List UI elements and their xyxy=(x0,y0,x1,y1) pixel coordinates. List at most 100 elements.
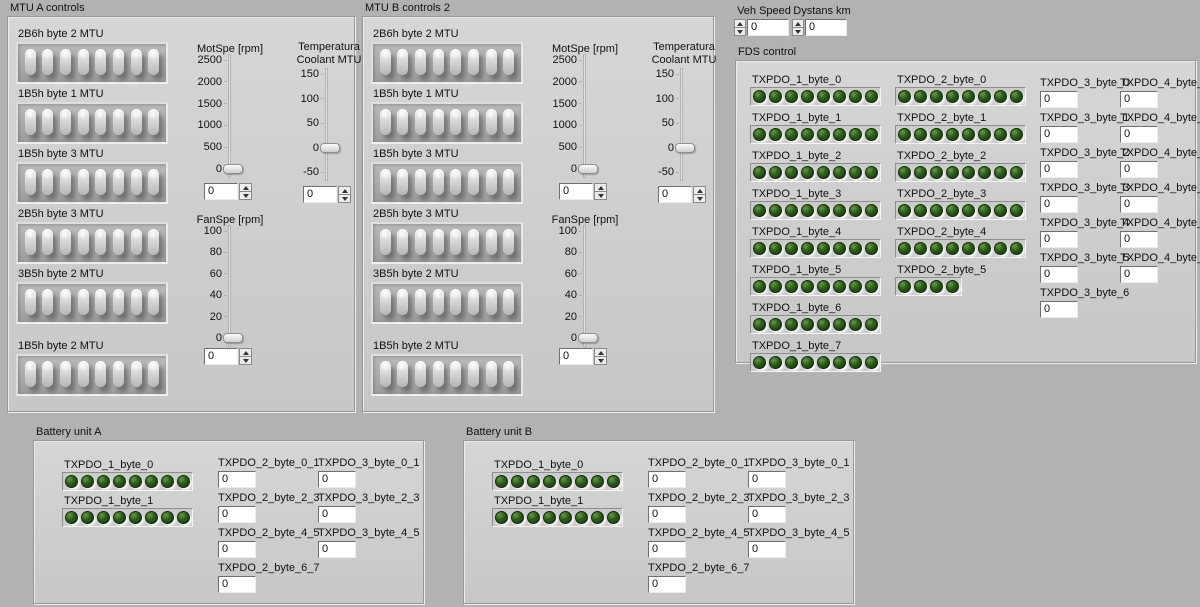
slider-knob[interactable] xyxy=(675,143,695,153)
toggle-switch[interactable] xyxy=(25,289,36,315)
toggle-switch[interactable] xyxy=(468,361,479,387)
toggle-switch[interactable] xyxy=(78,169,89,195)
toggle-switch[interactable] xyxy=(95,109,106,135)
toggle-switch[interactable] xyxy=(450,361,461,387)
toggle-switch[interactable] xyxy=(380,49,391,75)
toggle-switch[interactable] xyxy=(468,49,479,75)
numeric-input[interactable]: 0 xyxy=(1120,161,1158,178)
toggle-switch[interactable] xyxy=(468,169,479,195)
toggle-switch[interactable] xyxy=(148,109,159,135)
toggle-switch[interactable] xyxy=(433,229,444,255)
toggle-switch[interactable] xyxy=(95,49,106,75)
toggle-switch[interactable] xyxy=(415,229,426,255)
toggle-switch[interactable] xyxy=(503,289,514,315)
toggle-switch[interactable] xyxy=(113,361,124,387)
toggle-switch[interactable] xyxy=(433,169,444,195)
toggle-switch[interactable] xyxy=(42,169,53,195)
numeric-input[interactable]: 0 xyxy=(1040,266,1078,283)
numeric-input[interactable]: 0 xyxy=(747,19,789,36)
numeric-input[interactable]: 0 xyxy=(1040,196,1078,213)
toggle-switch[interactable] xyxy=(486,229,497,255)
slider-knob[interactable] xyxy=(578,164,598,174)
spinner-down-button[interactable] xyxy=(239,356,252,365)
toggle-switch[interactable] xyxy=(397,289,408,315)
toggle-switch[interactable] xyxy=(131,229,142,255)
toggle-switch[interactable] xyxy=(148,169,159,195)
toggle-switch[interactable] xyxy=(503,49,514,75)
toggle-switch[interactable] xyxy=(148,229,159,255)
numeric-input[interactable]: 0 xyxy=(1040,301,1078,318)
numeric-input[interactable]: 0 xyxy=(748,541,786,558)
toggle-switch[interactable] xyxy=(25,109,36,135)
numeric-input[interactable]: 0 xyxy=(303,186,337,203)
toggle-switch[interactable] xyxy=(380,361,391,387)
numeric-input[interactable]: 0 xyxy=(658,186,692,203)
toggle-switch[interactable] xyxy=(42,229,53,255)
spinner-down-button[interactable] xyxy=(693,194,706,203)
toggle-switch[interactable] xyxy=(503,229,514,255)
toggle-switch[interactable] xyxy=(95,169,106,195)
toggle-switch[interactable] xyxy=(131,109,142,135)
toggle-switch[interactable] xyxy=(131,169,142,195)
toggle-switch[interactable] xyxy=(397,169,408,195)
toggle-switch[interactable] xyxy=(60,361,71,387)
slider-knob[interactable] xyxy=(320,143,340,153)
slider-track[interactable] xyxy=(583,54,586,178)
numeric-input[interactable]: 0 xyxy=(1120,266,1158,283)
toggle-switch[interactable] xyxy=(95,361,106,387)
toggle-switch[interactable] xyxy=(25,229,36,255)
toggle-switch[interactable] xyxy=(42,109,53,135)
spinner-down-button[interactable] xyxy=(239,191,252,200)
spinner-down-button[interactable] xyxy=(338,194,351,203)
numeric-input[interactable]: 0 xyxy=(648,576,686,593)
numeric-input[interactable]: 0 xyxy=(1120,231,1158,248)
toggle-switch[interactable] xyxy=(113,169,124,195)
slider-track[interactable] xyxy=(228,225,231,347)
toggle-switch[interactable] xyxy=(60,109,71,135)
toggle-switch[interactable] xyxy=(25,361,36,387)
toggle-switch[interactable] xyxy=(60,169,71,195)
toggle-switch[interactable] xyxy=(397,109,408,135)
toggle-switch[interactable] xyxy=(468,229,479,255)
numeric-input[interactable]: 0 xyxy=(648,506,686,523)
numeric-input[interactable]: 0 xyxy=(805,19,847,36)
toggle-switch[interactable] xyxy=(450,169,461,195)
toggle-switch[interactable] xyxy=(450,49,461,75)
numeric-input[interactable]: 0 xyxy=(1120,91,1158,108)
slider-knob[interactable] xyxy=(578,333,598,343)
slider-track[interactable] xyxy=(583,225,586,347)
toggle-switch[interactable] xyxy=(486,289,497,315)
toggle-switch[interactable] xyxy=(380,109,391,135)
toggle-switch[interactable] xyxy=(25,169,36,195)
toggle-switch[interactable] xyxy=(486,49,497,75)
spinner-down-button[interactable] xyxy=(594,191,607,200)
numeric-input[interactable]: 0 xyxy=(648,541,686,558)
toggle-switch[interactable] xyxy=(415,169,426,195)
toggle-switch[interactable] xyxy=(450,289,461,315)
numeric-input[interactable]: 0 xyxy=(218,576,256,593)
toggle-switch[interactable] xyxy=(380,289,391,315)
toggle-switch[interactable] xyxy=(78,109,89,135)
numeric-input[interactable]: 0 xyxy=(218,541,256,558)
toggle-switch[interactable] xyxy=(78,49,89,75)
numeric-input[interactable]: 0 xyxy=(1040,161,1078,178)
numeric-input[interactable]: 0 xyxy=(204,348,238,365)
toggle-switch[interactable] xyxy=(95,229,106,255)
numeric-input[interactable]: 0 xyxy=(318,471,356,488)
toggle-switch[interactable] xyxy=(468,109,479,135)
toggle-switch[interactable] xyxy=(415,361,426,387)
numeric-input[interactable]: 0 xyxy=(648,471,686,488)
numeric-input[interactable]: 0 xyxy=(559,348,593,365)
slider-track[interactable] xyxy=(228,54,231,178)
slider-knob[interactable] xyxy=(223,333,243,343)
toggle-switch[interactable] xyxy=(113,109,124,135)
toggle-switch[interactable] xyxy=(433,109,444,135)
numeric-input[interactable]: 0 xyxy=(218,471,256,488)
numeric-input[interactable]: 0 xyxy=(1040,231,1078,248)
toggle-switch[interactable] xyxy=(131,49,142,75)
toggle-switch[interactable] xyxy=(503,109,514,135)
toggle-switch[interactable] xyxy=(113,229,124,255)
toggle-switch[interactable] xyxy=(113,289,124,315)
toggle-switch[interactable] xyxy=(433,49,444,75)
toggle-switch[interactable] xyxy=(397,361,408,387)
